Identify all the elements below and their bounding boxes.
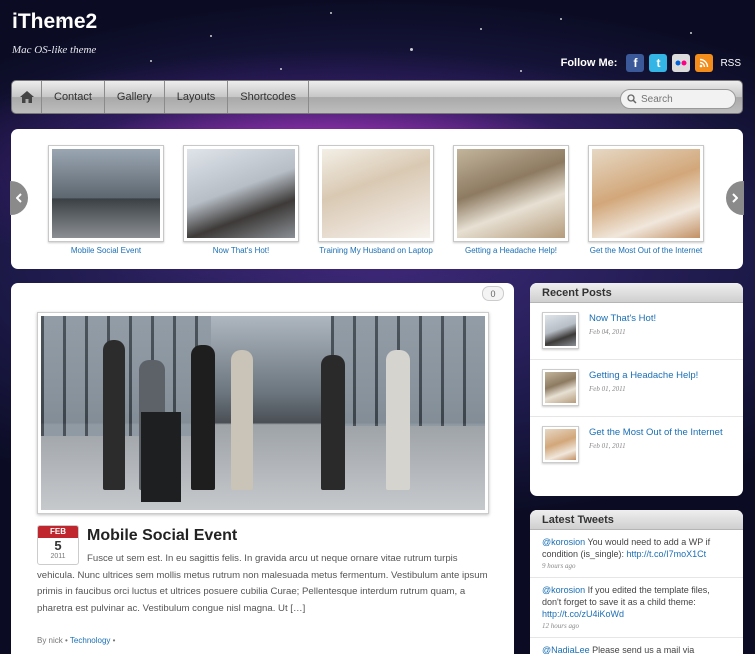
site-title[interactable]: iTheme2 [12, 10, 97, 34]
tweet-item: @korosion If you edited the template fil… [530, 578, 743, 638]
search-input[interactable] [641, 93, 731, 105]
recent-post-thumbnail[interactable] [542, 312, 579, 349]
post-excerpt: Fusce ut sem est. In eu sagittis felis. … [37, 553, 488, 614]
latest-tweets-title: Latest Tweets [530, 510, 743, 530]
tweet-user-link[interactable]: @korosion [542, 537, 585, 547]
recent-post-thumbnail[interactable] [542, 369, 579, 406]
post-meta: By nick • Technology • [37, 636, 115, 645]
site-description: Mac OS-like theme [12, 44, 97, 56]
recent-post-item[interactable]: Getting a Headache Help! Feb 01, 2011 [530, 360, 743, 417]
recent-posts-widget: Recent Posts Now That's Hot! Feb 04, 201… [530, 283, 743, 496]
slide-item[interactable]: Mobile Social Event [48, 145, 164, 255]
tweet-link[interactable]: http://t.co/I7moX1Ct [627, 549, 707, 559]
slide-item[interactable]: Get the Most Out of the Internet [588, 145, 704, 255]
recent-post-date: Feb 04, 2011 [589, 328, 626, 336]
slide-caption[interactable]: Getting a Headache Help! [453, 246, 569, 255]
recent-post-title[interactable]: Getting a Headache Help! [589, 370, 698, 381]
slide-thumbnail[interactable] [48, 145, 164, 242]
meta-separator: • [65, 636, 68, 645]
recent-post-item[interactable]: Get the Most Out of the Internet Feb 01,… [530, 417, 743, 474]
slide-caption[interactable]: Get the Most Out of the Internet [588, 246, 704, 255]
main-content: 0 FEB 5 2011 Mobile Social Event Fusce u… [11, 283, 514, 654]
main-navigation: Contact Gallery Layouts Shortcodes [11, 80, 743, 114]
nav-item-contact[interactable]: Contact [42, 81, 105, 113]
search-icon [627, 94, 637, 104]
slide-item[interactable]: Now That's Hot! [183, 145, 299, 255]
rss-icon[interactable] [695, 54, 714, 72]
post-date-month: FEB [38, 526, 78, 538]
nav-item-shortcodes[interactable]: Shortcodes [228, 81, 309, 113]
slide-thumbnail[interactable] [588, 145, 704, 242]
search-box[interactable] [620, 89, 736, 109]
latest-tweets-widget: Latest Tweets @korosion You would need t… [530, 510, 743, 654]
tweet-user-link[interactable]: @korosion [542, 585, 585, 595]
rss-link[interactable]: RSS [720, 58, 741, 69]
flickr-icon[interactable] [672, 54, 691, 72]
featured-slider: Mobile Social Event Now That's Hot! Trai… [10, 129, 744, 269]
recent-post-title[interactable]: Get the Most Out of the Internet [589, 427, 723, 438]
nav-item-gallery[interactable]: Gallery [105, 81, 165, 113]
post-featured-image[interactable] [37, 312, 489, 514]
slide-item[interactable]: Getting a Headache Help! [453, 145, 569, 255]
twitter-icon[interactable]: t [649, 54, 668, 72]
recent-posts-title: Recent Posts [530, 283, 743, 303]
tweet-time: 12 hours ago [542, 622, 579, 630]
recent-post-date: Feb 01, 2011 [589, 442, 626, 450]
home-icon[interactable] [12, 81, 42, 113]
post-category-link[interactable]: Technology [70, 636, 110, 645]
slide-caption[interactable]: Training My Husband on Laptop [318, 246, 434, 255]
recent-post-title[interactable]: Now That's Hot! [589, 313, 656, 324]
slider-prev-button[interactable] [10, 181, 28, 215]
recent-post-thumbnail[interactable] [542, 426, 579, 463]
slide-caption[interactable]: Now That's Hot! [183, 246, 299, 255]
tweet-text: Please send us a mail via [589, 645, 695, 654]
facebook-icon[interactable]: f [626, 54, 645, 72]
tweet-item: @korosion You would need to add a WP if … [530, 530, 743, 578]
tweet-user-link[interactable]: @NadiaLee [542, 645, 590, 654]
slider-next-button[interactable] [726, 181, 744, 215]
follow-me-label: Follow Me: [560, 57, 618, 69]
slide-thumbnail[interactable] [183, 145, 299, 242]
slide-thumbnail[interactable] [453, 145, 569, 242]
recent-post-date: Feb 01, 2011 [589, 385, 626, 393]
recent-post-item[interactable]: Now That's Hot! Feb 04, 2011 [530, 303, 743, 360]
comment-count-badge[interactable]: 0 [482, 286, 504, 301]
slide-caption[interactable]: Mobile Social Event [48, 246, 164, 255]
tweet-time: 9 hours ago [542, 562, 576, 570]
nav-item-layouts[interactable]: Layouts [165, 81, 229, 113]
slide-item[interactable]: Training My Husband on Laptop [318, 145, 434, 255]
tweet-link[interactable]: http://t.co/zU4iKoWd [542, 609, 624, 619]
chevron-right-icon [732, 193, 738, 203]
slider-track: Mobile Social Event Now That's Hot! Trai… [48, 145, 704, 255]
tweet-item: @NadiaLee Please send us a mail via [530, 638, 743, 654]
meta-separator: • [112, 636, 116, 645]
follow-me-bar: Follow Me: f t RSS [561, 54, 741, 72]
post-author: By nick [37, 636, 63, 645]
post-title[interactable]: Mobile Social Event [87, 527, 237, 545]
slide-thumbnail[interactable] [318, 145, 434, 242]
chevron-left-icon [16, 193, 22, 203]
